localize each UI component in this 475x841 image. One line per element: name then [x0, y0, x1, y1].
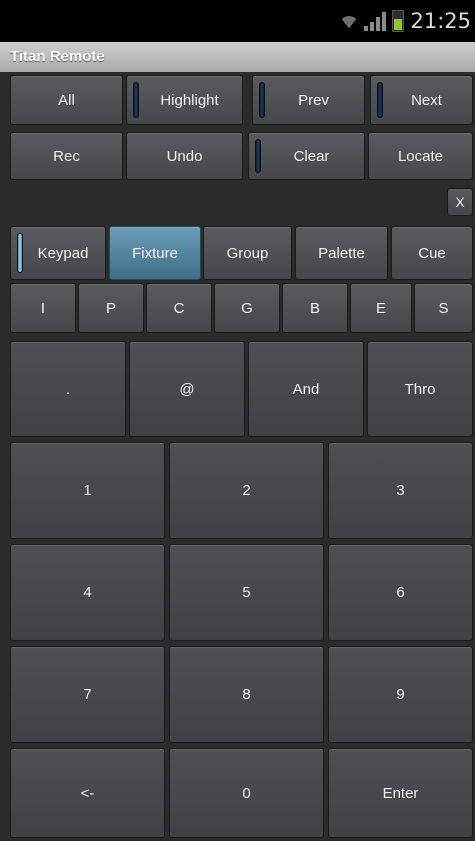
dot-button[interactable]: .: [10, 341, 126, 437]
enter-button[interactable]: Enter: [328, 748, 473, 838]
rec-button[interactable]: Rec: [10, 132, 123, 180]
key-7[interactable]: 7: [10, 646, 165, 743]
key-4[interactable]: 4: [10, 544, 165, 641]
letter-p-button[interactable]: P: [78, 283, 144, 333]
clock: 21:25: [410, 9, 471, 33]
prev-button[interactable]: Prev: [252, 75, 365, 125]
highlight-led: [133, 82, 139, 118]
close-button[interactable]: X: [447, 188, 473, 216]
signal-icon: [364, 11, 387, 31]
tab-keypad[interactable]: Keypad: [10, 226, 106, 280]
app-title: Titan Remote: [0, 42, 475, 72]
clear-button[interactable]: Clear: [248, 132, 365, 180]
tab-cue[interactable]: Cue: [391, 226, 473, 280]
key-2[interactable]: 2: [169, 442, 324, 539]
next-led: [377, 82, 383, 118]
undo-button[interactable]: Undo: [126, 132, 243, 180]
letter-c-button[interactable]: C: [146, 283, 212, 333]
letter-s-button[interactable]: S: [414, 283, 473, 333]
letter-i-button[interactable]: I: [10, 283, 76, 333]
key-5[interactable]: 5: [169, 544, 324, 641]
key-0[interactable]: 0: [169, 748, 324, 838]
key-8[interactable]: 8: [169, 646, 324, 743]
status-icons: 21:25: [340, 6, 471, 36]
key-9[interactable]: 9: [328, 646, 473, 743]
status-bar: 21:25: [0, 0, 475, 42]
letter-e-button[interactable]: E: [350, 283, 412, 333]
keypad-led: [17, 233, 23, 273]
next-button[interactable]: Next: [370, 75, 473, 125]
clear-led: [255, 139, 261, 173]
battery-icon: [392, 10, 405, 32]
at-button[interactable]: @: [129, 341, 245, 437]
letter-b-button[interactable]: B: [282, 283, 348, 333]
wifi-icon: [342, 16, 357, 29]
key-1[interactable]: 1: [10, 442, 165, 539]
letter-g-button[interactable]: G: [214, 283, 280, 333]
highlight-button[interactable]: Highlight: [126, 75, 243, 125]
prev-led: [259, 82, 265, 118]
and-button[interactable]: And: [248, 341, 364, 437]
tab-palette[interactable]: Palette: [295, 226, 388, 280]
thro-button[interactable]: Thro: [367, 341, 473, 437]
tab-fixture[interactable]: Fixture: [109, 226, 201, 280]
locate-button[interactable]: Locate: [368, 132, 473, 180]
tab-group[interactable]: Group: [203, 226, 292, 280]
backspace-button[interactable]: <-: [10, 748, 165, 838]
all-button[interactable]: All: [10, 75, 123, 125]
key-3[interactable]: 3: [328, 442, 473, 539]
key-6[interactable]: 6: [328, 544, 473, 641]
